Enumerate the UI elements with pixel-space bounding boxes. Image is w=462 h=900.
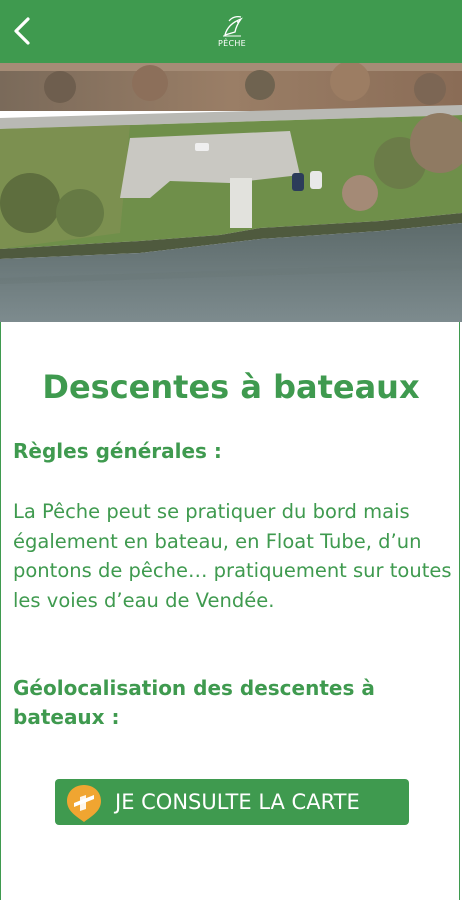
consult-map-button[interactable]: JE CONSULTE LA CARTE: [55, 779, 409, 825]
chevron-left-icon: [14, 17, 30, 45]
map-pin-icon: [65, 783, 103, 823]
aerial-lake-photo: [0, 63, 462, 322]
app-logo: PÊCHE: [214, 13, 250, 51]
top-app-bar: PÊCHE: [0, 0, 462, 63]
consult-map-label: JE CONSULTE LA CARTE: [115, 790, 360, 814]
fish-logo-icon: [223, 16, 243, 37]
rules-heading: Règles générales :: [13, 439, 222, 463]
rules-text: La Pêche peut se pratiquer du bord mais …: [13, 500, 452, 612]
page-title: Descentes à bateaux: [42, 368, 420, 406]
hero-image: [0, 63, 462, 322]
back-button[interactable]: [8, 14, 38, 48]
geolocation-heading: Géolocalisation des descentes à bateaux …: [13, 676, 375, 729]
logo-text: PÊCHE: [217, 39, 247, 48]
